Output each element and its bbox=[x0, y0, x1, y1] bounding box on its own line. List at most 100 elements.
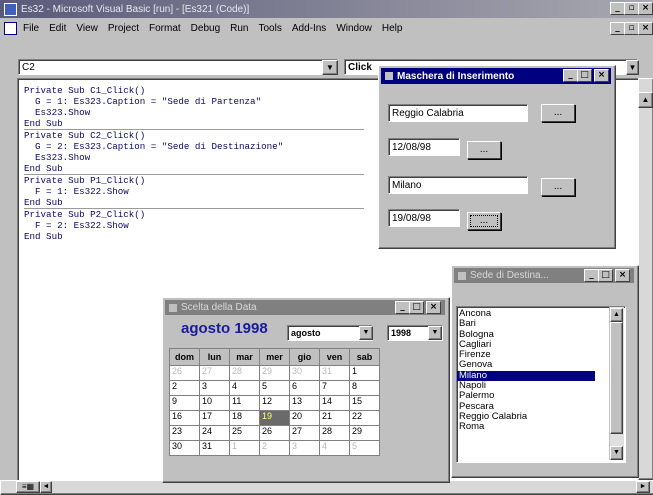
calendar-day[interactable]: 15 bbox=[349, 395, 380, 411]
calendar-day[interactable]: 3 bbox=[199, 380, 230, 396]
code-line: G = 2: Es323.Caption = "Sede di Destinaz… bbox=[24, 141, 284, 152]
calendar-day[interactable]: 6 bbox=[289, 380, 320, 396]
object-combo[interactable]: C2 bbox=[18, 59, 338, 75]
view-mode-buttons[interactable]: ≡▦ bbox=[16, 481, 40, 493]
calendar-day[interactable]: 31 bbox=[199, 440, 230, 456]
destination-city-browse-button[interactable]: ... bbox=[541, 178, 575, 196]
calendar-day[interactable]: 22 bbox=[349, 410, 380, 426]
menu-add-ins[interactable]: Add-Ins bbox=[292, 23, 326, 34]
minimize-button[interactable]: _ bbox=[610, 2, 625, 15]
code-line: Private Sub C2_Click() bbox=[24, 130, 146, 141]
sede-maximize-button[interactable]: □ bbox=[598, 269, 613, 282]
doc-close-button[interactable]: × bbox=[638, 22, 653, 35]
weekday-header: gio bbox=[289, 348, 320, 366]
calendar-day[interactable]: 25 bbox=[229, 425, 260, 441]
calendar-maximize-button[interactable]: □ bbox=[409, 301, 424, 314]
calendar-day[interactable]: 26 bbox=[259, 425, 290, 441]
calendar-day[interactable]: 5 bbox=[349, 440, 380, 456]
maschera-close-button[interactable]: × bbox=[594, 69, 609, 82]
calendar-day[interactable]: 11 bbox=[229, 395, 260, 411]
calendar-day[interactable]: 30 bbox=[169, 440, 200, 456]
departure-date-browse-button[interactable]: ... bbox=[467, 141, 501, 159]
calendar-day[interactable]: 24 bbox=[199, 425, 230, 441]
city-listbox[interactable]: Ancona Bari Bologna Cagliari Firenze Gen… bbox=[456, 306, 626, 463]
calendar-day[interactable]: 4 bbox=[229, 380, 260, 396]
calendar-day[interactable]: 5 bbox=[259, 380, 290, 396]
calendar-day[interactable]: 17 bbox=[199, 410, 230, 426]
sede-minimize-button[interactable]: _ bbox=[584, 269, 599, 282]
calendar-title-bar: Scelta della Data _ □ × bbox=[165, 300, 445, 315]
calendar-day[interactable]: 4 bbox=[319, 440, 350, 456]
destination-city-field[interactable]: Milano bbox=[388, 176, 528, 194]
calendar-day[interactable]: 14 bbox=[319, 395, 350, 411]
maschera-minimize-button[interactable]: _ bbox=[563, 69, 578, 82]
calendar-day[interactable]: 3 bbox=[289, 440, 320, 456]
menu-edit[interactable]: Edit bbox=[49, 23, 66, 34]
calendar-day[interactable]: 13 bbox=[289, 395, 320, 411]
doc-restore-button[interactable]: ▫ bbox=[624, 22, 639, 35]
calendar-day[interactable]: 10 bbox=[199, 395, 230, 411]
calendar-day-selected[interactable]: 19 bbox=[259, 410, 290, 426]
doc-minimize-button[interactable]: _ bbox=[610, 22, 625, 35]
month-select-arrow[interactable]: ▼ bbox=[359, 326, 373, 340]
calendar-day[interactable]: 30 bbox=[289, 365, 320, 381]
listbox-scroll-thumb[interactable] bbox=[610, 322, 623, 434]
scroll-up-arrow[interactable]: ▲ bbox=[638, 92, 653, 108]
calendar-minimize-button[interactable]: _ bbox=[395, 301, 410, 314]
departure-date-value: 12/08/98 bbox=[392, 141, 431, 153]
calendar-day[interactable]: 31 bbox=[319, 365, 350, 381]
menu-format[interactable]: Format bbox=[149, 23, 181, 34]
return-date-browse-button[interactable]: ... bbox=[467, 212, 501, 230]
menu-project[interactable]: Project bbox=[108, 23, 139, 34]
maximize-button[interactable]: ▫ bbox=[624, 2, 639, 15]
list-item[interactable]: Roma bbox=[457, 421, 625, 432]
calendar-day[interactable]: 18 bbox=[229, 410, 260, 426]
object-combo-arrow[interactable]: ▼ bbox=[322, 60, 338, 75]
calendar-close-button[interactable]: × bbox=[426, 301, 441, 314]
form-icon bbox=[169, 303, 177, 312]
calendar-day[interactable]: 29 bbox=[259, 365, 290, 381]
calendar-day[interactable]: 27 bbox=[289, 425, 320, 441]
sede-close-button[interactable]: × bbox=[615, 269, 630, 282]
menu-window[interactable]: Window bbox=[336, 23, 372, 34]
calendar-day[interactable]: 8 bbox=[349, 380, 380, 396]
listbox-scroll-down[interactable]: ▼ bbox=[610, 446, 623, 460]
calendar-day[interactable]: 1 bbox=[349, 365, 380, 381]
departure-city-browse-button[interactable]: ... bbox=[541, 104, 575, 122]
scroll-left-arrow[interactable]: ◄ bbox=[40, 481, 52, 493]
calendar-day[interactable]: 23 bbox=[169, 425, 200, 441]
menu-tools[interactable]: Tools bbox=[258, 23, 281, 34]
menu-debug[interactable]: Debug bbox=[191, 23, 220, 34]
close-button[interactable]: × bbox=[638, 2, 653, 15]
departure-city-field[interactable]: Reggio Calabria bbox=[388, 104, 528, 122]
calendar-day[interactable]: 27 bbox=[199, 365, 230, 381]
menu-help[interactable]: Help bbox=[382, 23, 403, 34]
calendar-day[interactable]: 2 bbox=[169, 380, 200, 396]
scroll-right-arrow[interactable]: ► bbox=[636, 481, 650, 493]
weekday-header: ven bbox=[319, 348, 350, 366]
calendar-day[interactable]: 12 bbox=[259, 395, 290, 411]
sede-title-bar: Sede di Destina... _ □ × bbox=[454, 268, 634, 283]
code-vertical-scrollbar[interactable] bbox=[638, 78, 653, 480]
calendar-day[interactable]: 21 bbox=[319, 410, 350, 426]
calendar-day[interactable]: 7 bbox=[319, 380, 350, 396]
calendar-day[interactable]: 9 bbox=[169, 395, 200, 411]
menu-file[interactable]: File bbox=[23, 23, 39, 34]
departure-date-field[interactable]: 12/08/98 bbox=[388, 138, 460, 156]
year-select-arrow[interactable]: ▼ bbox=[428, 326, 442, 340]
return-date-field[interactable]: 19/08/98 bbox=[388, 209, 460, 227]
maschera-maximize-button[interactable]: □ bbox=[577, 69, 592, 82]
procedure-combo-arrow[interactable]: ▼ bbox=[626, 60, 639, 75]
calendar-day[interactable]: 20 bbox=[289, 410, 320, 426]
calendar-day[interactable]: 2 bbox=[259, 440, 290, 456]
calendar-day[interactable]: 29 bbox=[349, 425, 380, 441]
listbox-scroll-up[interactable]: ▲ bbox=[610, 308, 623, 322]
menu-view[interactable]: View bbox=[76, 23, 98, 34]
calendar-day[interactable]: 26 bbox=[169, 365, 200, 381]
calendar-day[interactable]: 28 bbox=[229, 365, 260, 381]
menu-run[interactable]: Run bbox=[230, 23, 248, 34]
calendar-day[interactable]: 1 bbox=[229, 440, 260, 456]
calendar-day[interactable]: 28 bbox=[319, 425, 350, 441]
list-item[interactable]: Ancona bbox=[457, 308, 625, 319]
calendar-day[interactable]: 16 bbox=[169, 410, 200, 426]
